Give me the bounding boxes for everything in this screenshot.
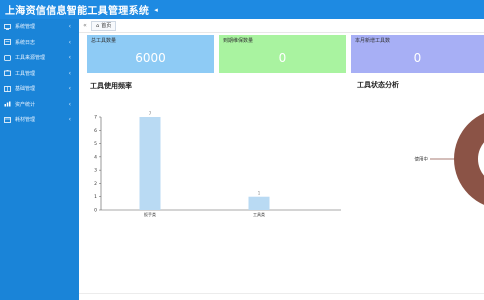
sidebar-item-label: 基础管理 [15, 86, 36, 93]
tab-bar: « ⌂ 首页 [79, 19, 484, 33]
card-value: 0 [278, 51, 287, 65]
pie-slice-label: 使用中 [415, 156, 429, 163]
bar[interactable] [248, 196, 270, 210]
supplies-icon [4, 116, 11, 123]
sidebar-item-system[interactable]: 系统管理 ‹ [0, 19, 79, 35]
frequency-bar-chart: 0 1 2 3 4 5 6 7 7 扳手类 1 工具类 [94, 111, 341, 217]
chevron-left-icon: ‹ [68, 116, 71, 124]
tool-icon [4, 70, 11, 77]
y-tick-label: 5 [94, 141, 97, 147]
y-tick-label: 6 [94, 128, 97, 134]
sidebar-item-asset-stats[interactable]: 资产统计 ‹ [0, 97, 79, 113]
card-total-tools: 总工具数量 6000 [87, 35, 214, 73]
app-title: 上海资信信息智能工具管理系统 [5, 6, 150, 17]
x-tick-label: 扳手类 [144, 211, 156, 217]
sidebar-item-label: 系统日志 [15, 39, 36, 46]
sidebar-item-base[interactable]: 基础管理 ‹ [0, 81, 79, 97]
card-expiring-maintenance: 到期维保数量 0 [219, 35, 346, 73]
y-tick-label: 7 [94, 115, 97, 121]
card-new-this-month: 本月新增工具数 0 [351, 35, 484, 73]
bar[interactable] [139, 117, 161, 210]
chevron-left-icon: ‹ [68, 69, 71, 77]
x-tick-label: 工具类 [253, 211, 265, 217]
pie-slice[interactable] [454, 109, 484, 209]
status-pie-chart: 使用中 [415, 109, 484, 209]
card-label: 总工具数量 [91, 38, 117, 44]
bar-data-label: 7 [149, 111, 152, 116]
sidebar-item-label: 系统管理 [15, 24, 36, 31]
tab-home-label: 首页 [101, 23, 112, 29]
sidebar-item-supplies[interactable]: 耗材管理 ‹ [0, 112, 79, 128]
sidebar-item-tools[interactable]: 工具管理 ‹ [0, 66, 79, 82]
card-label: 到期维保数量 [223, 38, 254, 44]
home-icon: ⌂ [96, 22, 100, 29]
bar-data-label: 1 [258, 191, 261, 196]
chevron-left-icon: ‹ [68, 54, 71, 62]
y-tick-label: 3 [94, 168, 97, 174]
stats-icon [4, 101, 11, 107]
chevron-left-icon: ‹ [68, 100, 71, 108]
status-title: 工具状态分析 [357, 81, 399, 89]
card-value: 6000 [135, 51, 166, 65]
chevron-left-icon: ‹ [68, 38, 71, 46]
log-icon [4, 39, 11, 46]
y-tick-label: 0 [94, 208, 97, 214]
footer-divider [79, 293, 484, 294]
frequency-title: 工具使用频率 [90, 82, 132, 90]
sidebar-item-label: 工具管理 [15, 70, 36, 77]
chevron-left-icon: ‹ [68, 85, 71, 93]
chevron-left-icon: ‹ [68, 23, 71, 31]
sidebar-item-label: 工具来源管理 [15, 55, 46, 62]
triangle-left-icon[interactable]: ◂ [154, 6, 158, 14]
sidebar-item-label: 资产统计 [15, 101, 36, 108]
y-tick-label: 1 [94, 194, 97, 200]
y-tick-label: 4 [94, 154, 97, 160]
top-header: 上海资信信息智能工具管理系统 ◂ [0, 0, 484, 19]
sidebar-item-label: 耗材管理 [15, 117, 36, 124]
card-label: 本月新增工具数 [355, 38, 391, 44]
sidebar-item-logs[interactable]: 系统日志 ‹ [0, 35, 79, 51]
sidebar-item-tool-source[interactable]: 工具来源管理 ‹ [0, 50, 79, 66]
double-chevron-left-icon[interactable]: « [79, 22, 91, 29]
base-icon [4, 85, 11, 92]
tab-home[interactable]: ⌂ 首页 [91, 20, 117, 31]
sidebar: 系统管理 ‹ 系统日志 ‹ 工具来源管理 ‹ 工具管理 ‹ 基础管理 ‹ 资产统… [0, 19, 79, 300]
source-icon [4, 54, 11, 61]
card-value: 0 [413, 51, 422, 65]
y-tick-label: 2 [94, 181, 97, 187]
monitor-icon [4, 23, 11, 30]
